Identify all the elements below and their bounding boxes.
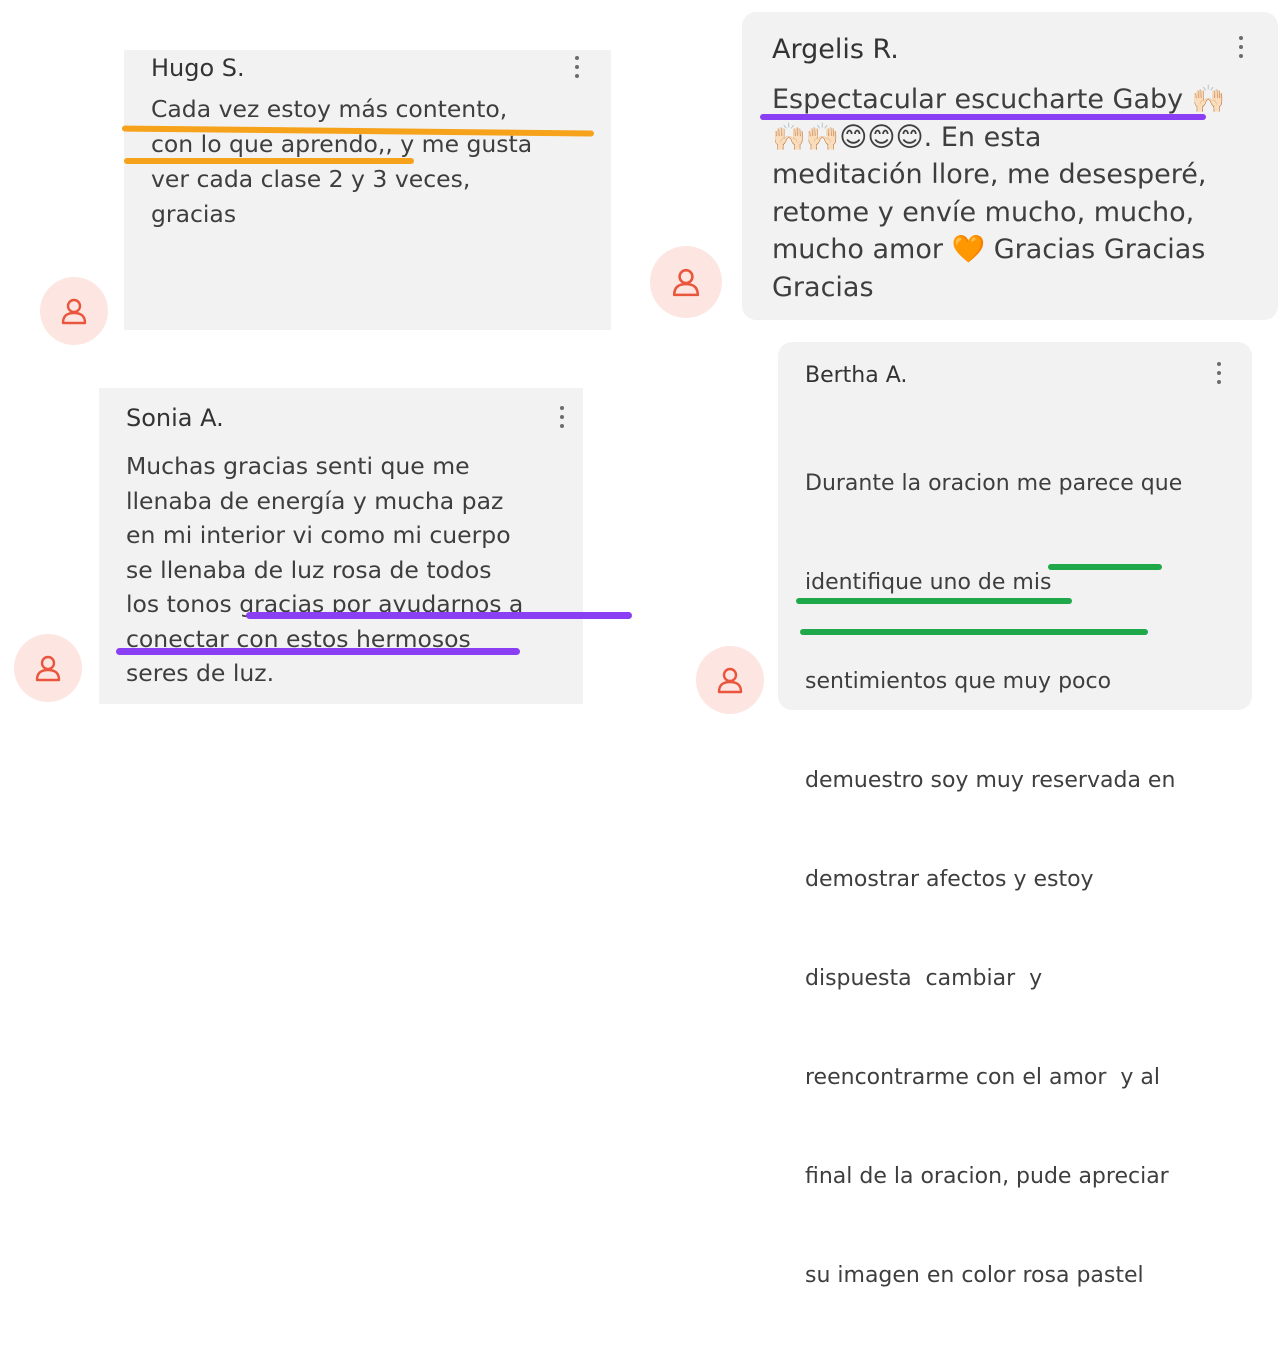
comment-body: Espectacular escucharte Gaby 🙌🏻 🙌🏻🙌🏻😊😊😊.…: [772, 84, 1226, 303]
avatar: [696, 646, 764, 714]
comment-card-argelis: Argelis R. Espectacular escucharte Gaby …: [742, 12, 1278, 320]
comment-author: Hugo S.: [151, 54, 245, 82]
user-icon: [717, 667, 743, 694]
comment-card-hugo: Hugo S. Cada vez estoy más contento, con…: [124, 50, 611, 330]
user-icon: [35, 655, 61, 682]
user-icon: [61, 298, 87, 325]
comment-body: Muchas gracias senti que me llenaba de e…: [126, 452, 524, 687]
more-options-icon[interactable]: [572, 56, 582, 78]
user-icon: [672, 268, 700, 297]
comment-card-sonia: Sonia A. Muchas gracias senti que me lle…: [99, 388, 583, 704]
more-options-icon[interactable]: [557, 406, 567, 428]
avatar: [40, 277, 108, 345]
more-options-icon[interactable]: [1214, 362, 1224, 384]
avatar: [14, 634, 82, 702]
avatar: [650, 246, 722, 318]
comment-body: Cada vez estoy más contento, con lo que …: [151, 95, 533, 228]
comment-card-bertha: Bertha A. Durante la oracion me parece q…: [778, 342, 1252, 1288]
comment-author: Sonia A.: [126, 404, 224, 432]
comment-author: Argelis R.: [772, 34, 899, 65]
comment-body: Durante la oracion me parece que identif…: [805, 471, 1183, 1288]
comment-author: Bertha A.: [805, 363, 908, 388]
more-options-icon[interactable]: [1236, 36, 1246, 58]
